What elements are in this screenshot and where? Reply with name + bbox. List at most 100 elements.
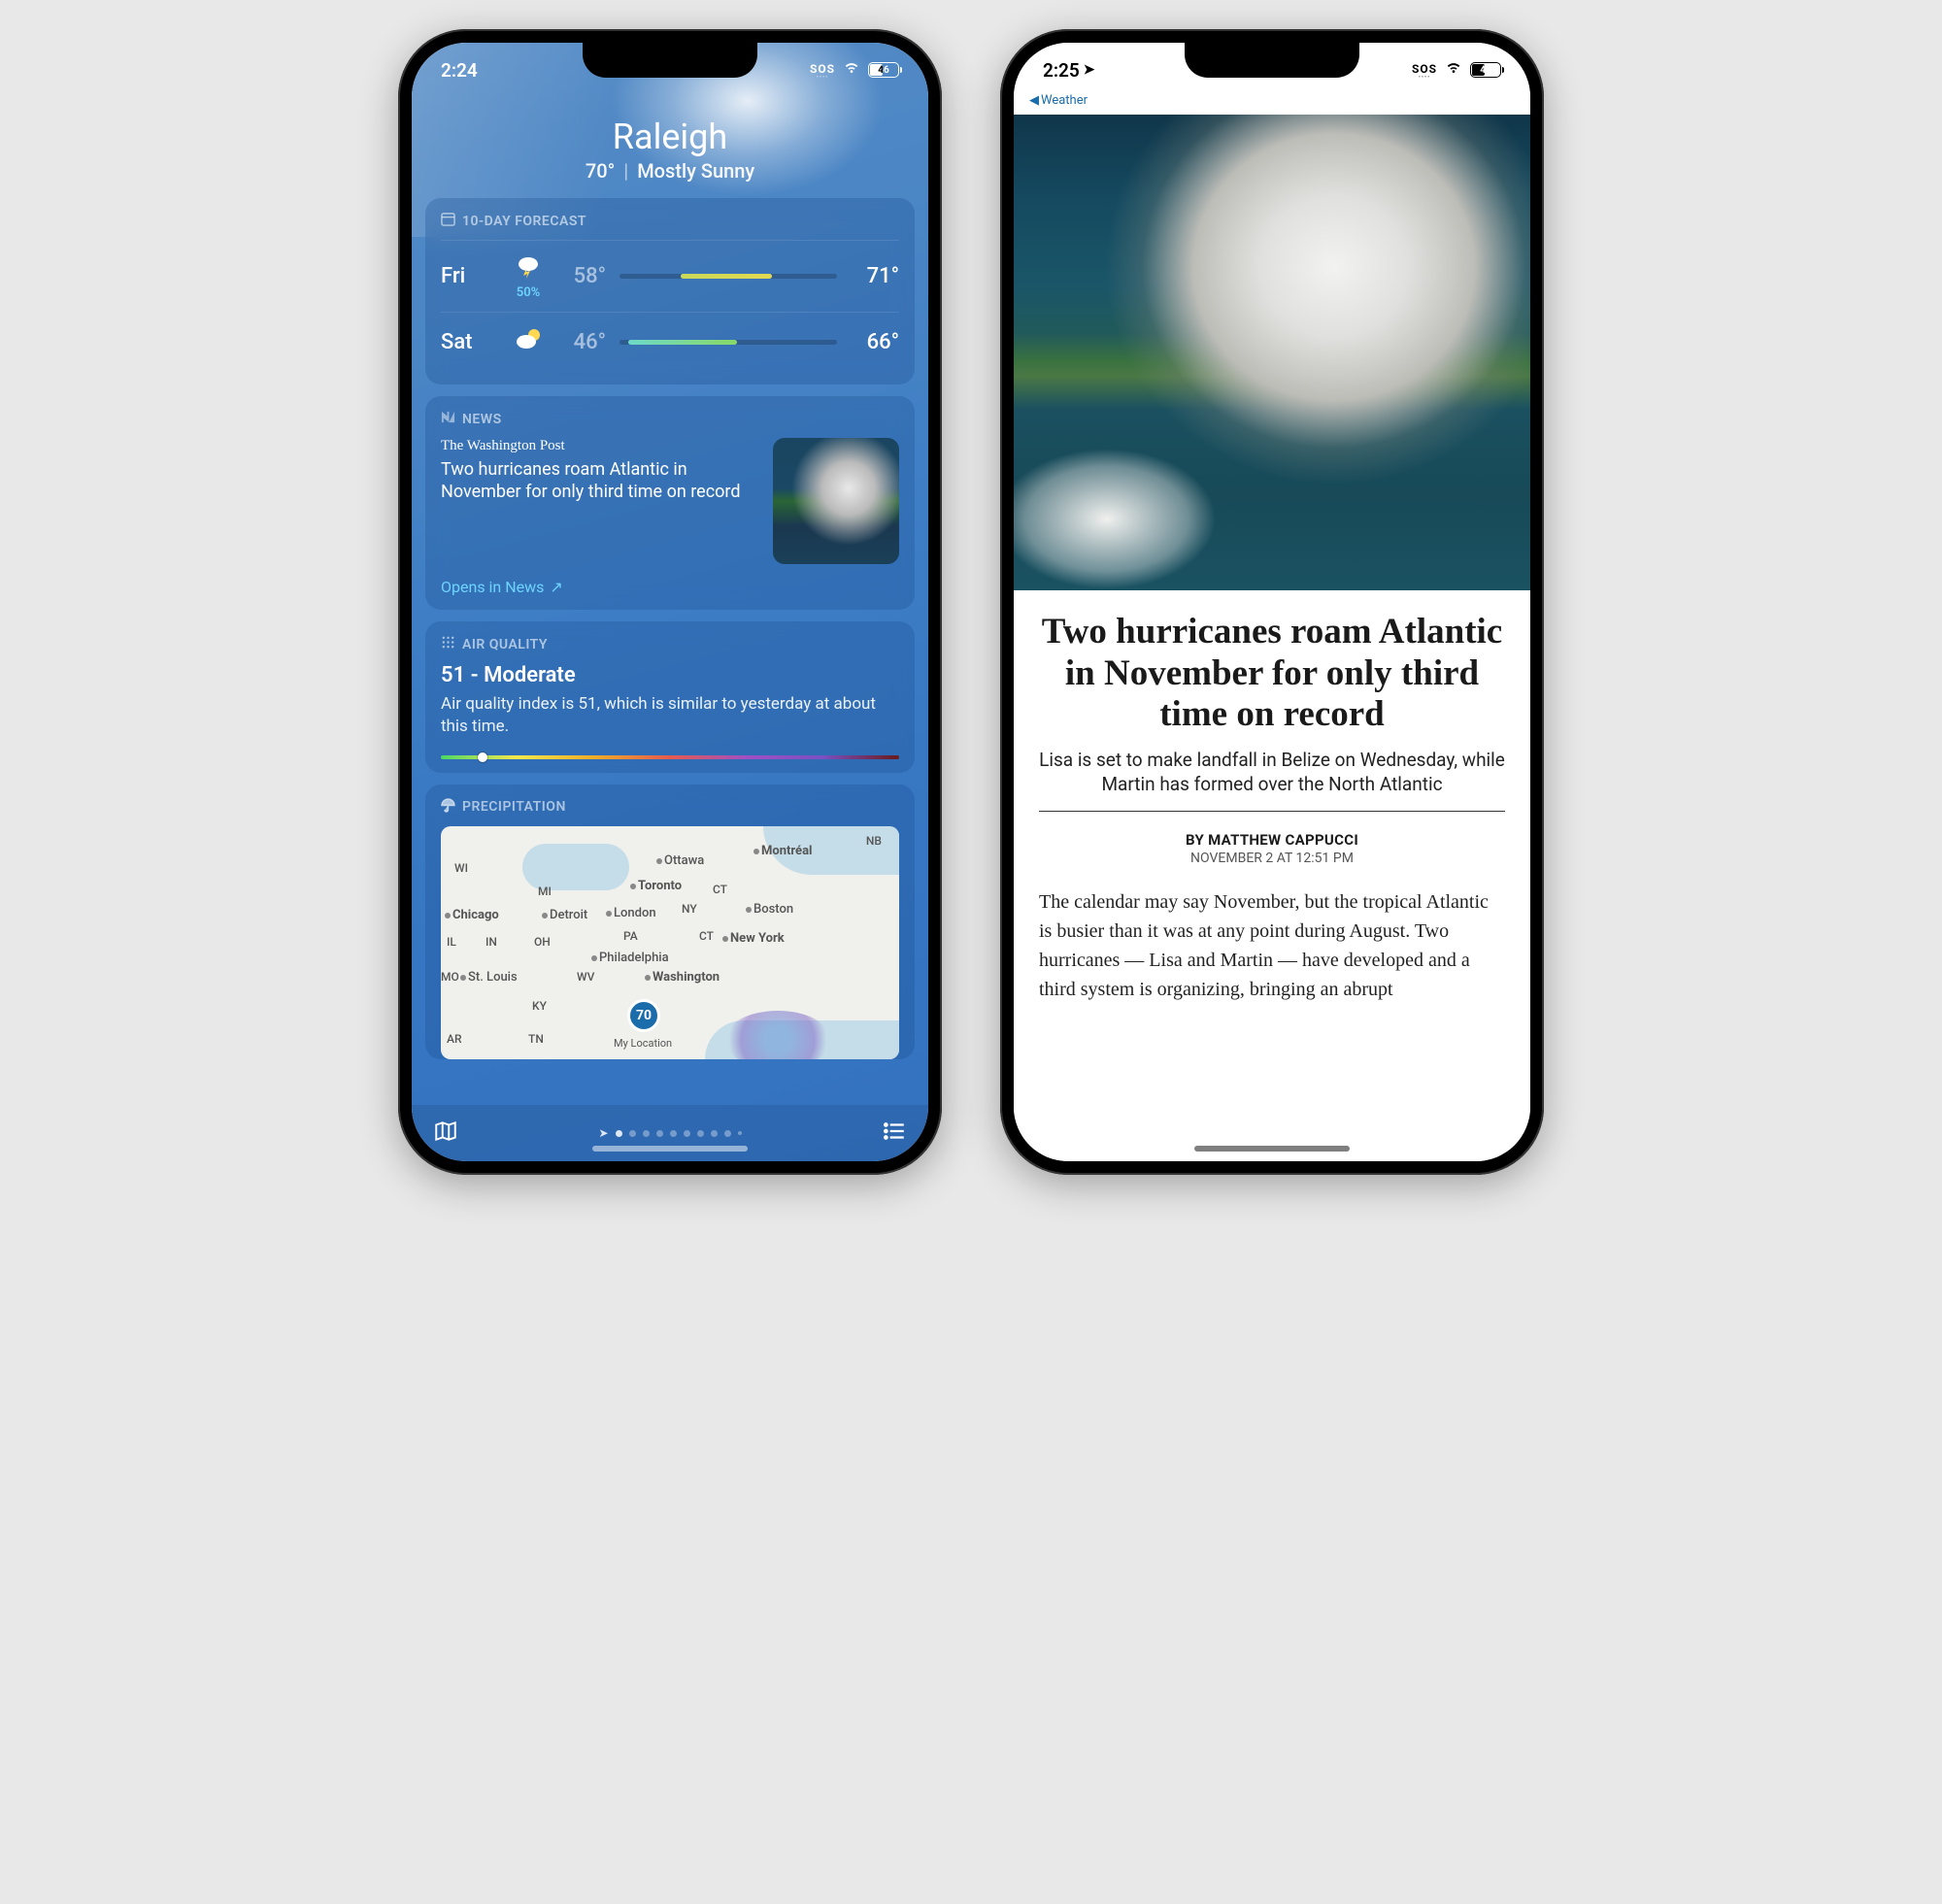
condition-partly-sunny-icon xyxy=(499,324,557,359)
forecast-row-fri[interactable]: Fri 50% 58° 71° xyxy=(441,240,899,312)
page-dot[interactable] xyxy=(616,1130,622,1137)
precipitation-map[interactable]: NB WI MI Ottawa Montréal Toronto CT Lond… xyxy=(441,826,899,1059)
forecast-row-sat[interactable]: Sat 46° 66° xyxy=(441,312,899,371)
precip-blob xyxy=(724,1011,831,1059)
article-byline: BY MATTHEW CAPPUCCI xyxy=(1039,831,1505,849)
map-label: OH xyxy=(534,935,551,949)
map-label: KY xyxy=(532,999,547,1013)
wifi-icon xyxy=(843,61,860,79)
forecast-header: 10-DAY FORECAST xyxy=(441,212,899,230)
map-icon[interactable] xyxy=(433,1119,458,1148)
page-dots[interactable]: ➤ xyxy=(598,1126,741,1140)
aqi-description: Air quality index is 51, which is simila… xyxy=(441,693,899,738)
page-dot[interactable] xyxy=(629,1130,636,1137)
page-dot[interactable] xyxy=(711,1130,718,1137)
screen: 2:24 SOS •••• 46 xyxy=(412,43,928,1161)
map-label: CT xyxy=(699,929,714,943)
map-label: NB xyxy=(866,834,882,848)
calendar-icon xyxy=(441,212,455,230)
battery-indicator: 45 xyxy=(1470,62,1501,78)
precipitation-card[interactable]: PRECIPITATION NB WI MI Ottawa Montréal T… xyxy=(425,785,915,1059)
high-temp: 66° xyxy=(851,330,899,354)
sos-indicator: SOS •••• xyxy=(1412,62,1437,79)
status-time: 2:24 xyxy=(441,59,478,82)
aqi-scale-bar xyxy=(441,755,899,759)
news-text: The Washington Post Two hurricanes roam … xyxy=(441,438,759,564)
article-subhead: Lisa is set to make landfall in Belize o… xyxy=(1039,748,1505,812)
temp-range-bar xyxy=(619,340,837,345)
air-quality-card[interactable]: AIR QUALITY 51 - Moderate Air quality in… xyxy=(425,621,915,773)
arrow-up-right-icon: ↗ xyxy=(550,578,562,596)
map-label: AR xyxy=(447,1032,462,1046)
opens-in-news-link[interactable]: Opens in News ↗ xyxy=(441,578,899,596)
phone-news: 2:25 ➤ SOS •••• 45 ◀ Weather xyxy=(1000,29,1544,1175)
map-label: PA xyxy=(623,929,638,943)
map-label: WI xyxy=(454,861,468,875)
map-label: WV xyxy=(577,970,594,984)
map-label: TN xyxy=(528,1032,544,1046)
news-card[interactable]: NEWS The Washington Post Two hurricanes … xyxy=(425,396,915,610)
battery-indicator: 46 xyxy=(868,62,899,78)
map-city: Detroit xyxy=(542,908,587,922)
weather-header: Raleigh 70° | Mostly Sunny xyxy=(412,97,928,198)
sos-indicator: SOS •••• xyxy=(810,62,835,79)
map-city: Ottawa xyxy=(656,853,704,868)
map-label: IN xyxy=(486,935,497,949)
precip-header: PRECIPITATION xyxy=(441,798,899,817)
map-city: Boston xyxy=(746,902,793,917)
page-dot[interactable] xyxy=(670,1130,677,1137)
article-hero-image xyxy=(1014,115,1530,590)
map-label: MI xyxy=(538,885,552,898)
notch xyxy=(583,43,757,78)
precip-title: PRECIPITATION xyxy=(462,799,566,815)
home-indicator[interactable] xyxy=(1194,1146,1350,1152)
map-label: MO xyxy=(441,970,459,984)
city-name: Raleigh xyxy=(412,117,928,157)
weather-content[interactable]: 10-DAY FORECAST Fri 50% 58° 71° Sat xyxy=(412,198,928,1087)
map-city: Chicago xyxy=(445,908,499,922)
page-dot[interactable] xyxy=(724,1130,731,1137)
my-location-pin[interactable]: 70 xyxy=(627,999,660,1032)
condition-thunder-icon: 50% xyxy=(499,252,557,300)
back-breadcrumb[interactable]: ◀ Weather xyxy=(1029,93,1088,108)
news-thumbnail xyxy=(773,438,899,564)
map-city: London xyxy=(606,906,656,920)
aqi-title: AIR QUALITY xyxy=(462,637,548,652)
news-source: The Washington Post xyxy=(441,438,759,454)
aqi-marker xyxy=(478,752,487,762)
list-icon[interactable] xyxy=(882,1119,907,1148)
publish-date: NOVEMBER 2 AT 12:51 PM xyxy=(1039,851,1505,866)
umbrella-icon xyxy=(441,798,455,817)
current-condition: Mostly Sunny xyxy=(637,159,754,183)
page-dot[interactable] xyxy=(697,1130,704,1137)
screen: 2:25 ➤ SOS •••• 45 ◀ Weather xyxy=(1014,43,1530,1161)
news-header: NEWS xyxy=(441,410,899,428)
page-dot[interactable] xyxy=(738,1131,742,1135)
forecast-card[interactable]: 10-DAY FORECAST Fri 50% 58° 71° Sat xyxy=(425,198,915,384)
map-label: NY xyxy=(682,902,697,916)
news-article[interactable]: Two hurricanes roam Atlantic in November… xyxy=(1014,43,1530,1161)
home-indicator[interactable] xyxy=(592,1146,748,1152)
map-city: St. Louis xyxy=(460,970,518,985)
page-dot[interactable] xyxy=(684,1130,690,1137)
precip-pct: 50% xyxy=(499,285,557,300)
map-city: Philadelphia xyxy=(591,951,669,965)
news-title: NEWS xyxy=(462,412,502,427)
page-dot[interactable] xyxy=(643,1130,650,1137)
page-dot[interactable] xyxy=(656,1130,663,1137)
forecast-title: 10-DAY FORECAST xyxy=(462,214,586,229)
map-city: New York xyxy=(722,931,785,946)
map-label: CT xyxy=(713,883,727,896)
location-arrow-icon: ➤ xyxy=(598,1126,608,1140)
news-headline: Two hurricanes roam Atlantic in November… xyxy=(441,458,759,504)
news-body: The Washington Post Two hurricanes roam … xyxy=(441,438,899,564)
map-city: Washington xyxy=(645,970,720,985)
day-label: Fri xyxy=(441,264,499,288)
time-text: 2:24 xyxy=(441,59,478,82)
day-label: Sat xyxy=(441,330,499,354)
map-city: Toronto xyxy=(630,879,682,893)
status-time: 2:25 ➤ xyxy=(1043,59,1094,82)
article-headline: Two hurricanes roam Atlantic in November… xyxy=(1039,612,1505,736)
temp-range-bar xyxy=(619,274,837,279)
aqi-header: AIR QUALITY xyxy=(441,635,899,653)
